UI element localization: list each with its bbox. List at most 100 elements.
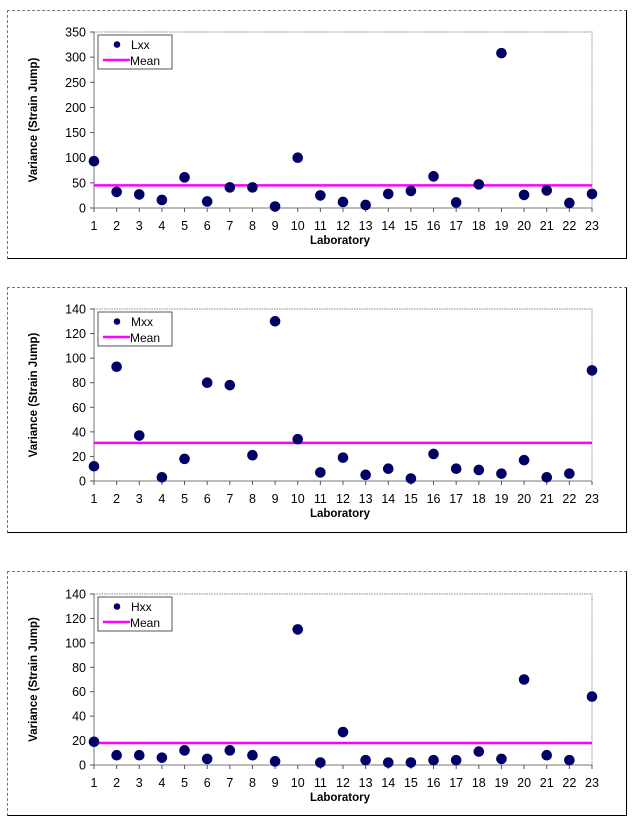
- data-point: [564, 754, 575, 766]
- x-tick-label: 10: [291, 776, 305, 790]
- data-point: [292, 152, 304, 164]
- legend-marker-icon: [113, 41, 121, 48]
- x-tick-label: 7: [226, 492, 233, 506]
- y-tick-label: 60: [72, 401, 86, 415]
- x-tick-label: 16: [427, 219, 441, 233]
- x-tick-label: 5: [181, 219, 188, 233]
- data-point: [496, 468, 507, 479]
- data-point: [201, 196, 213, 207]
- data-point: [247, 182, 258, 193]
- x-tick-label: 18: [472, 776, 486, 790]
- x-tick-label: 15: [404, 492, 418, 506]
- y-axis-title: Variance (Strain Jump): [28, 617, 40, 742]
- x-tick-label: 14: [381, 492, 395, 506]
- x-tick-label: 3: [136, 492, 143, 506]
- x-tick-label: 10: [291, 219, 305, 233]
- chart-frame-hxx: 0 20 40 60 80 100 120 140 1 2 3 4 5 6 7 8 9 10 11 12 13 14 15 1…: [7, 571, 627, 816]
- x-tick-label: 13: [359, 492, 373, 506]
- x-tick-label: 22: [562, 219, 576, 233]
- x-tick-label: 20: [517, 219, 531, 233]
- data-point: [337, 452, 349, 463]
- data-point: [179, 745, 190, 756]
- chart-svg: 0204060801001201401 2 3 4 5 6 7 8 9 10 11 12 13 14 15 1…: [28, 588, 599, 805]
- x-tick-label: 7: [226, 219, 233, 233]
- x-axis-title: Laboratory: [310, 792, 371, 804]
- y-tick-label: 120: [65, 327, 86, 341]
- x-tick-label: 21: [540, 492, 554, 506]
- y-tick-label: 150: [65, 126, 86, 140]
- chart-svg: 0501001502002503003501 2 3 4 5 6 7 8 9 10 11 12 13 14…: [28, 26, 599, 248]
- data-point: [473, 464, 485, 476]
- x-tick-label: 5: [181, 492, 188, 506]
- legend-label-mean: Mean: [130, 54, 160, 68]
- x-tick-label: 18: [472, 219, 486, 233]
- data-point: [133, 189, 145, 200]
- data-point: [88, 736, 100, 748]
- x-tick-label: 21: [540, 776, 554, 790]
- data-point: [269, 201, 281, 212]
- x-tick-label: 13: [359, 776, 373, 790]
- x-tick-label: 9: [272, 492, 279, 506]
- x-tick-label: 11: [314, 219, 327, 233]
- x-tick-label: 6: [204, 219, 211, 233]
- x-tick-label: 1: [91, 776, 98, 790]
- x-tick-label: 16: [427, 776, 441, 790]
- x-tick-label: 7: [226, 776, 233, 790]
- data-point: [586, 365, 598, 376]
- data-point: [269, 756, 281, 767]
- data-point: [496, 47, 507, 59]
- data-point: [224, 182, 236, 193]
- data-point: [360, 754, 371, 766]
- data-point: [247, 749, 258, 761]
- y-axis-title: Variance (Strain Jump): [28, 333, 40, 458]
- data-point: [450, 197, 462, 208]
- data-point: [382, 757, 394, 768]
- x-tick-label: 12: [336, 776, 350, 790]
- data-point: [292, 624, 304, 635]
- y-tick-label: 140: [65, 303, 86, 317]
- x-tick-label: 12: [336, 492, 350, 506]
- legend-label-series: Lxx: [131, 38, 150, 52]
- legend-marker-icon: [113, 318, 121, 325]
- y-tick-label: 100: [65, 151, 86, 165]
- data-point: [450, 463, 462, 475]
- legend-marker-icon: [113, 603, 121, 610]
- y-tick-label: 20: [72, 734, 86, 748]
- x-tick-label: 9: [272, 219, 279, 233]
- x-tick-label: 22: [562, 492, 576, 506]
- data-point: [428, 448, 439, 460]
- x-tick-label: 11: [314, 776, 327, 790]
- x-tick-label: 13: [359, 219, 373, 233]
- x-tick-label: 10: [291, 492, 305, 506]
- x-tick-label: 14: [381, 219, 395, 233]
- data-point: [586, 188, 598, 200]
- data-point: [360, 469, 371, 481]
- x-tick-label: 2: [113, 776, 120, 790]
- y-tick-label: 50: [72, 176, 86, 190]
- data-point: [518, 189, 530, 201]
- y-tick-label: 300: [65, 51, 86, 65]
- data-point: [541, 185, 553, 196]
- x-tick-label: 22: [562, 776, 576, 790]
- data-point: [586, 691, 598, 702]
- data-point: [473, 746, 485, 757]
- x-tick-label: 1: [91, 219, 98, 233]
- x-tick-label: 1: [91, 492, 98, 506]
- x-axis-title: Laboratory: [310, 508, 371, 520]
- data-point: [179, 172, 190, 183]
- data-point: [315, 467, 326, 478]
- chart-frame-mxx: 0 20 40 60 80 100 120 140 1 2 3 4 5 6 7 8 9 10 11 12 13 14 15 1…: [7, 287, 627, 533]
- x-tick-label: 12: [336, 219, 350, 233]
- data-point: [405, 473, 417, 484]
- x-tick-label: 5: [181, 776, 188, 790]
- legend-label-series: Mxx: [131, 315, 153, 329]
- y-tick-label: 40: [72, 425, 86, 439]
- y-tick-label: 120: [65, 612, 86, 626]
- data-point: [564, 197, 575, 209]
- x-tick-label: 19: [495, 492, 509, 506]
- x-axis-title: Laboratory: [310, 235, 371, 247]
- data-point: [405, 185, 417, 197]
- y-tick-label: 100: [65, 352, 86, 366]
- x-tick-label: 11: [314, 492, 327, 506]
- x-tick-label: 19: [495, 219, 509, 233]
